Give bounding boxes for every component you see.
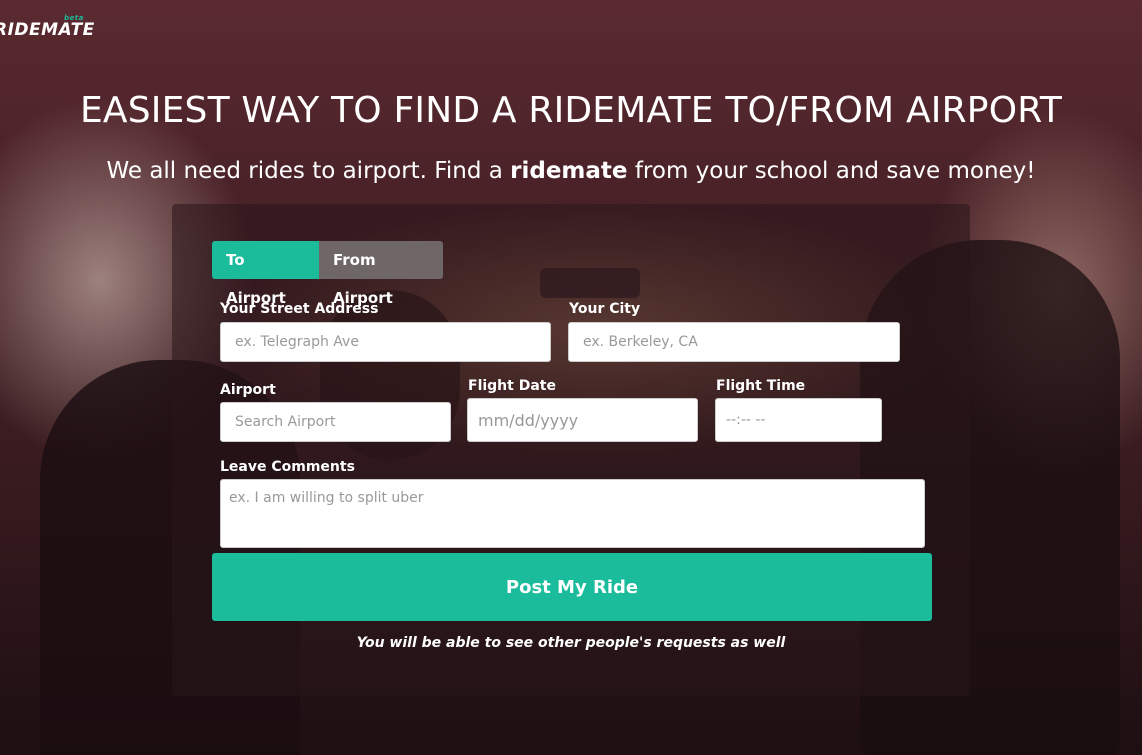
beta-badge: beta — [64, 14, 84, 22]
street-address-input[interactable] — [220, 322, 551, 362]
page-subheadline: We all need rides to airport. Find a rid… — [0, 158, 1142, 184]
flight-date-input[interactable] — [467, 398, 698, 442]
city-input[interactable] — [568, 322, 900, 362]
flight-time-label: Flight Time — [716, 378, 806, 394]
flight-date-label: Flight Date — [468, 378, 556, 394]
street-address-label: Your Street Address — [220, 301, 379, 317]
airport-label: Airport — [220, 382, 276, 398]
airport-search-input[interactable] — [220, 402, 451, 442]
tab-to-airport[interactable]: To Airport — [212, 241, 319, 307]
tab-from-airport[interactable]: From Airport — [319, 241, 443, 307]
brand-logo-text: RIDEMATE — [0, 20, 95, 40]
flight-time-input[interactable] — [715, 398, 882, 442]
form-footnote: You will be able to see other people's r… — [356, 635, 786, 651]
subheadline-emphasis: ridemate — [510, 158, 628, 184]
direction-tabs: To Airport From Airport — [212, 241, 443, 307]
subheadline-text-start: We all need rides to airport. Find a — [106, 158, 511, 184]
post-my-ride-button[interactable]: Post My Ride — [212, 553, 932, 621]
page-headline: EASIEST WAY TO FIND A RIDEMATE TO/FROM A… — [79, 90, 1063, 131]
comments-label: Leave Comments — [220, 459, 355, 475]
subheadline-text-end: from your school and save money! — [627, 158, 1036, 184]
brand-logo[interactable]: RIDEMATE beta — [0, 14, 95, 40]
city-label: Your City — [569, 301, 641, 317]
comments-textarea[interactable] — [220, 479, 925, 548]
